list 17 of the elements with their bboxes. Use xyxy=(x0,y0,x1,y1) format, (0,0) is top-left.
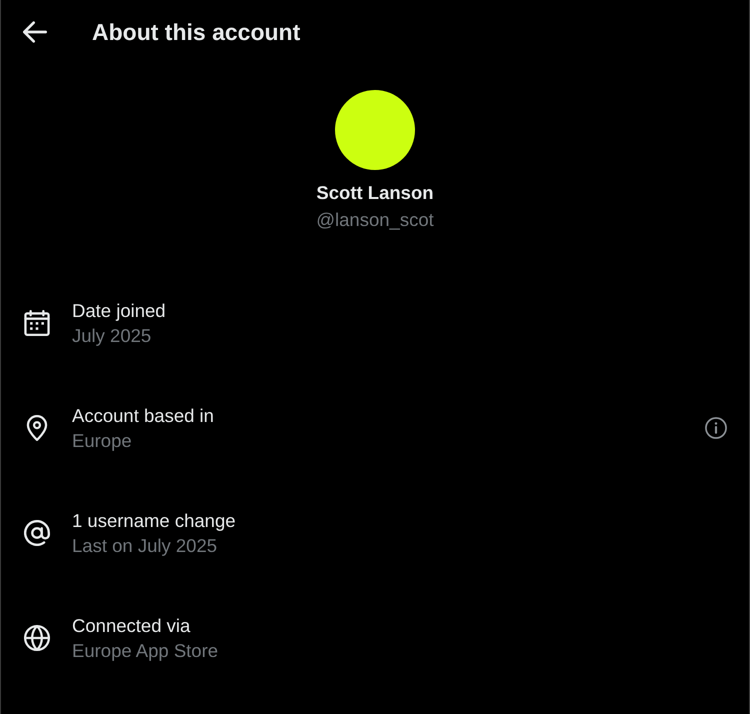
page-title: About this account xyxy=(92,18,300,46)
detail-value: Last on July 2025 xyxy=(72,534,218,558)
detail-label: Account based in xyxy=(72,404,215,428)
at-sign-icon xyxy=(24,520,50,546)
calendar-icon xyxy=(24,310,50,336)
detail-value: Europe App Store xyxy=(72,638,220,662)
info-button[interactable] xyxy=(705,416,727,438)
detail-value: July 2025 xyxy=(72,324,152,348)
detail-label: Connected via xyxy=(72,614,192,638)
profile-name: Scott Lanson xyxy=(316,182,434,204)
detail-label: Date joined xyxy=(72,298,167,322)
profile-handle: @lanson_scot xyxy=(316,209,434,231)
detail-label: 1 username change xyxy=(72,508,237,532)
back-button[interactable] xyxy=(23,20,47,44)
detail-value: Europe xyxy=(72,428,133,452)
globe-icon xyxy=(24,624,50,650)
map-pin-icon xyxy=(24,414,50,440)
